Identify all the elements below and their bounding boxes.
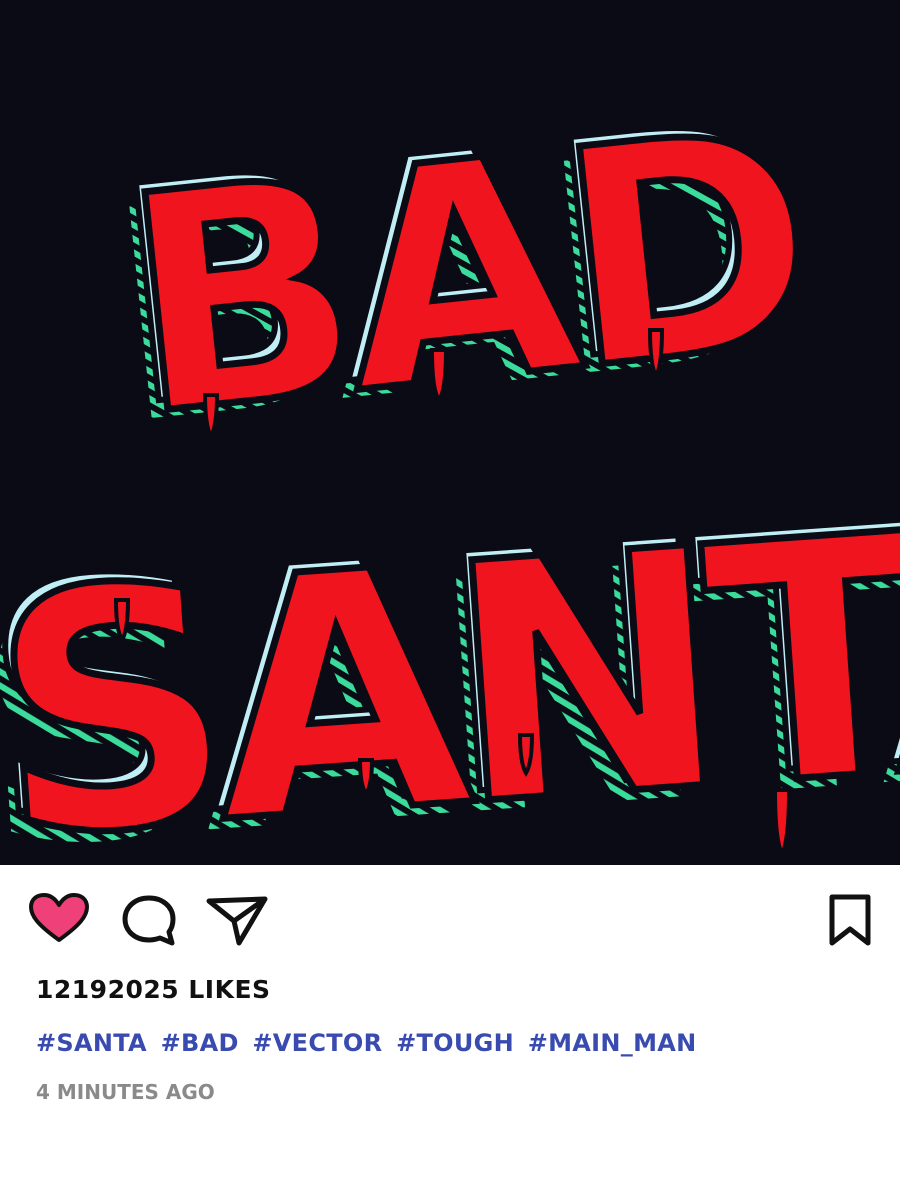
- hashtag-link[interactable]: #VECTOR: [252, 1029, 382, 1057]
- heart-icon: [29, 893, 89, 942]
- share-icon: [206, 896, 268, 946]
- hashtag-link[interactable]: #BAD: [161, 1029, 239, 1057]
- hashtag-link[interactable]: #SANTA: [36, 1029, 147, 1057]
- hashtag-link[interactable]: #MAIN_MAN: [528, 1029, 697, 1057]
- like-button[interactable]: [28, 892, 90, 944]
- comment-button[interactable]: [120, 893, 178, 947]
- post-action-bar: [0, 865, 900, 970]
- post-timestamp: 4 MiNUTES AGO: [36, 1080, 215, 1104]
- hashtags-caption: #SANTA #BAD #VECTOR #TOUGH #MAIN_MAN: [36, 1029, 702, 1057]
- bad-santa-artwork: BAD BAD BAD SANTA SANTA SANTA: [0, 53, 900, 865]
- bookmark-icon: [829, 894, 871, 946]
- save-button[interactable]: [826, 893, 874, 949]
- post-image[interactable]: BAD BAD BAD SANTA SANTA SANTA: [0, 0, 900, 865]
- hashtag-link[interactable]: #TOUGH: [396, 1029, 514, 1057]
- comment-icon: [122, 895, 176, 946]
- likes-count[interactable]: 12192025 LiKES: [36, 975, 271, 1004]
- instagram-post: BAD BAD BAD SANTA SANTA SANTA 12192025 L…: [0, 0, 900, 1200]
- share-button[interactable]: [205, 893, 269, 947]
